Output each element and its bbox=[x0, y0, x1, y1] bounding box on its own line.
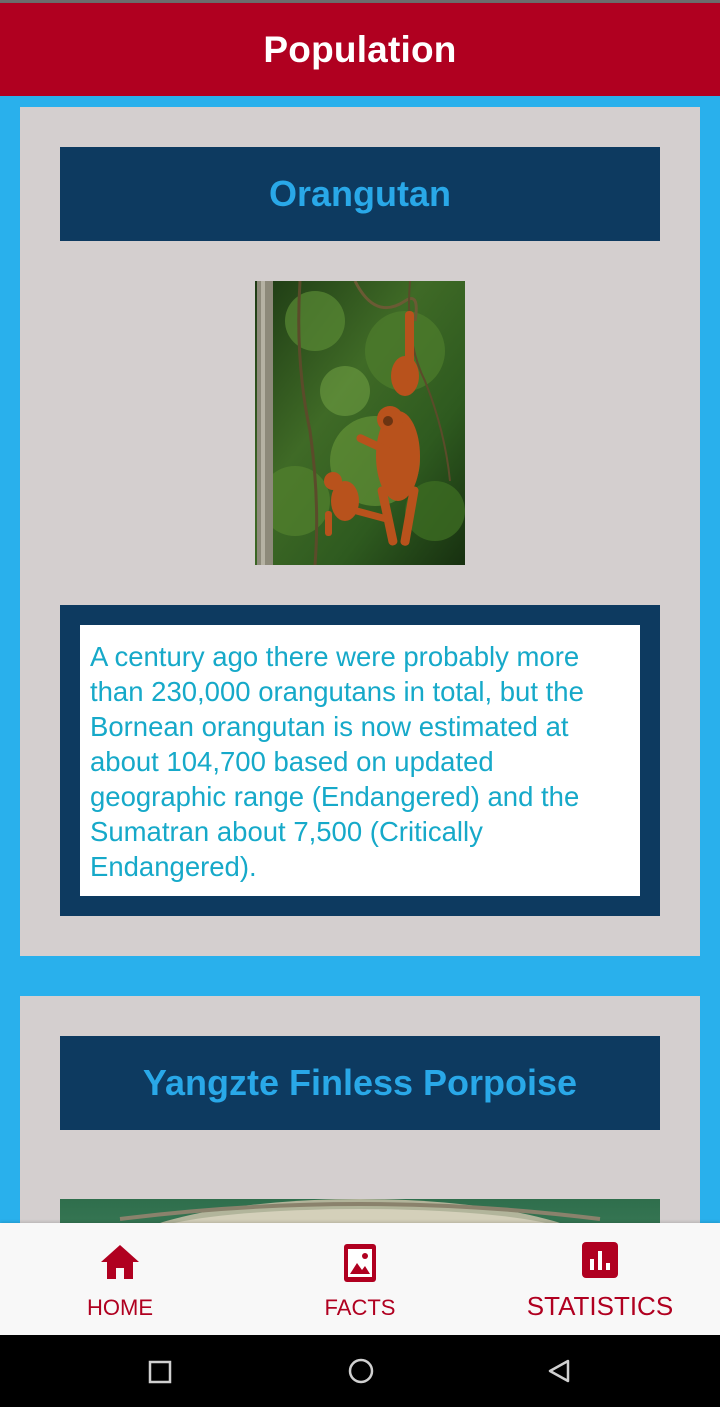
nav-label-facts: FACTS bbox=[324, 1295, 396, 1320]
card-title: Yangzte Finless Porpoise bbox=[142, 1062, 578, 1103]
card-title-box: Yangzte Finless Porpoise bbox=[60, 1036, 660, 1130]
system-navigation-bar bbox=[0, 1335, 720, 1407]
orangutan-photo bbox=[255, 281, 465, 565]
description-text: A century ago there were probably more t… bbox=[90, 641, 584, 882]
scroll-content[interactable]: Orangutan A century ago there were proba… bbox=[0, 96, 720, 1223]
recents-button[interactable] bbox=[148, 1360, 172, 1389]
back-button[interactable] bbox=[546, 1358, 572, 1389]
card-title: Orangutan bbox=[268, 173, 451, 214]
page-title: Population bbox=[263, 28, 457, 70]
home-icon bbox=[99, 1243, 141, 1286]
nav-item-statistics[interactable]: STATISTICS bbox=[500, 1223, 700, 1335]
photo-icon bbox=[343, 1243, 377, 1288]
porpoise-photo bbox=[60, 1199, 660, 1223]
app-bar: Population bbox=[0, 3, 720, 96]
bottom-navigation: HOME FACTS STATISTICS bbox=[0, 1223, 720, 1335]
species-card-porpoise: Yangzte Finless Porpoise bbox=[20, 996, 700, 1223]
description-frame: A century ago there were probably more t… bbox=[60, 605, 660, 916]
description-panel: A century ago there were probably more t… bbox=[80, 625, 640, 896]
nav-label-statistics: STATISTICS bbox=[526, 1291, 674, 1321]
card-title-box: Orangutan bbox=[60, 147, 660, 241]
bar-chart-icon bbox=[581, 1241, 619, 1284]
nav-label-home: HOME bbox=[87, 1295, 153, 1320]
species-card-orangutan: Orangutan A century ago there were proba… bbox=[20, 107, 700, 956]
home-button[interactable] bbox=[347, 1357, 375, 1390]
nav-item-facts[interactable]: FACTS bbox=[280, 1223, 440, 1335]
nav-item-home[interactable]: HOME bbox=[40, 1223, 200, 1335]
